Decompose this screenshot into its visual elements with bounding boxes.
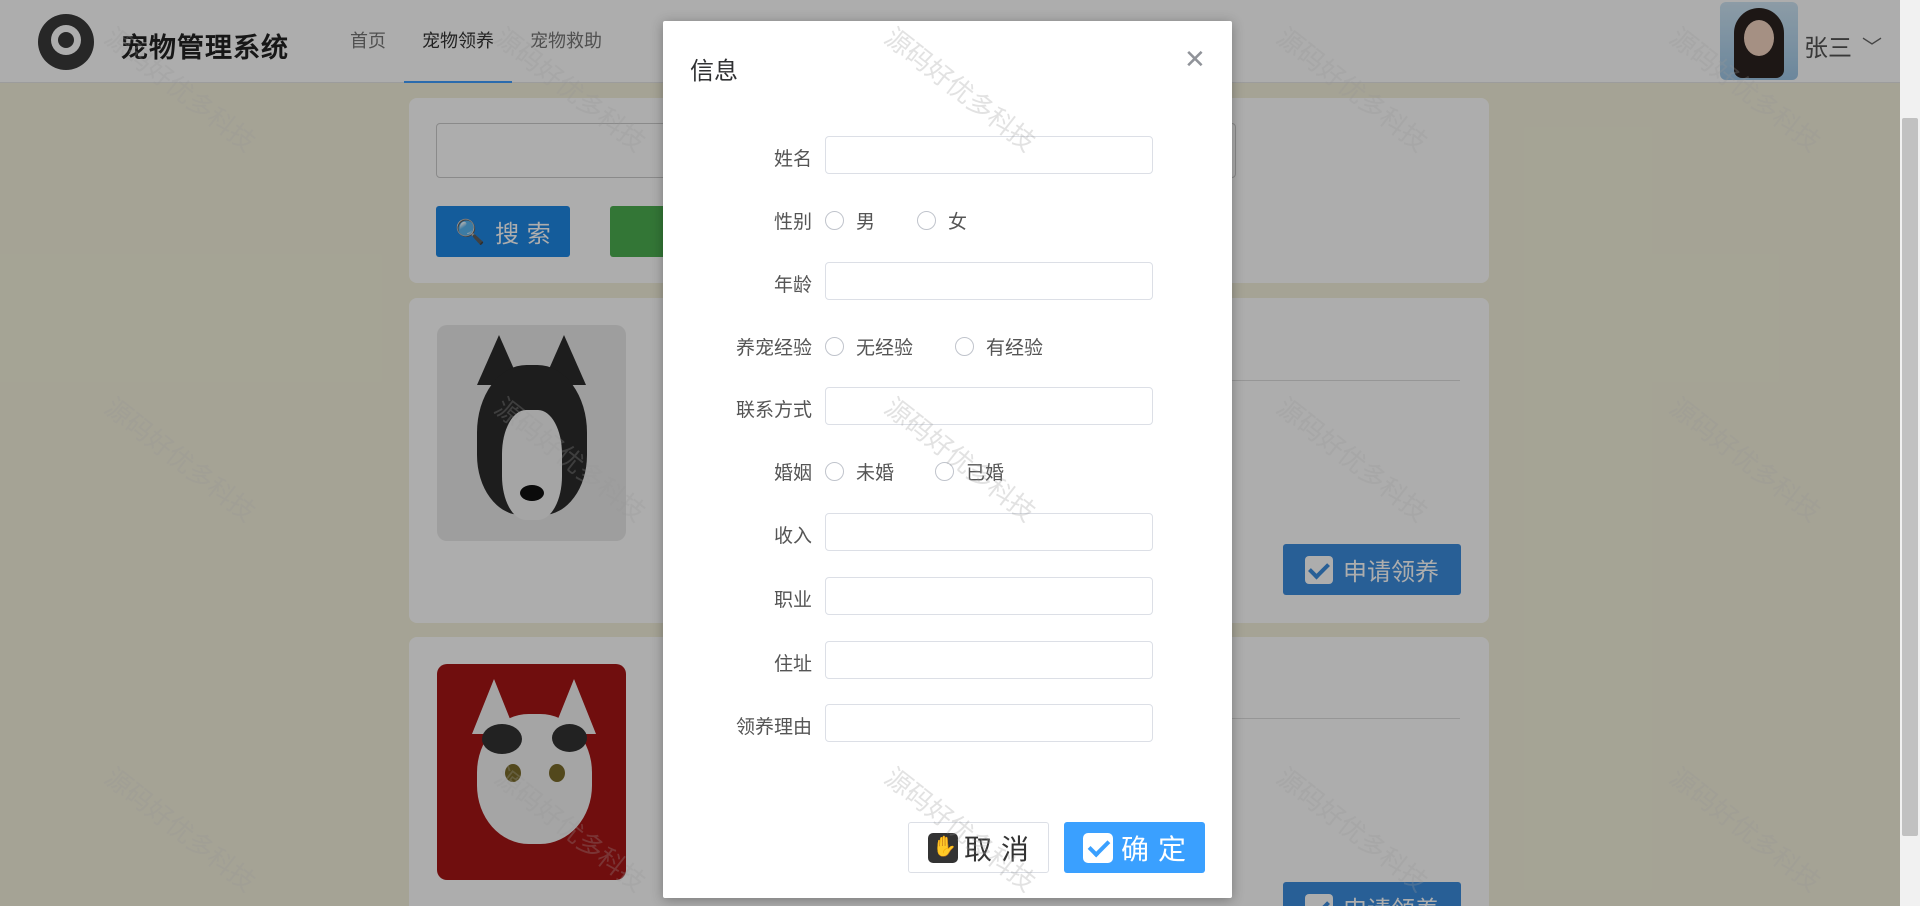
form-row-experience: 养宠经验 无经验 有经验 (663, 325, 1232, 365)
form-row-income: 收入 (663, 513, 1232, 553)
has-experience-label: 有经验 (986, 337, 1044, 359)
cancel-label: 取 消 (964, 832, 1029, 866)
gender-female-label: 女 (948, 211, 968, 233)
confirm-label: 确 定 (1121, 832, 1186, 866)
name-label: 姓名 (773, 148, 812, 170)
has-experience-radio[interactable]: 有经验 (955, 333, 1043, 360)
job-input[interactable] (825, 577, 1153, 615)
gender-male-radio[interactable]: 男 (825, 207, 875, 234)
radio-circle-icon (955, 337, 974, 356)
job-label: 职业 (773, 589, 812, 611)
no-experience-radio[interactable]: 无经验 (825, 333, 913, 360)
contact-input[interactable] (825, 387, 1153, 425)
unmarried-label: 未婚 (856, 462, 895, 484)
radio-circle-icon (825, 462, 844, 481)
gender-label: 性别 (773, 211, 812, 233)
marriage-label: 婚姻 (773, 462, 812, 484)
close-icon[interactable]: ✕ (1184, 47, 1206, 73)
reason-label: 领养理由 (735, 716, 812, 738)
hand-icon (928, 832, 959, 863)
income-input[interactable] (825, 513, 1153, 551)
reason-input[interactable] (825, 704, 1153, 742)
form-row-reason: 领养理由 (663, 704, 1232, 744)
form-row-job: 职业 (663, 577, 1232, 617)
gender-female-radio[interactable]: 女 (917, 207, 967, 234)
name-input[interactable] (825, 136, 1153, 174)
adoption-info-dialog: 信息 ✕ 姓名 性别 男 女 年龄 养宠经验 无经验 有经验 联系方式 婚姻 未… (663, 21, 1232, 898)
confirm-button[interactable]: 确 定 (1064, 822, 1205, 873)
form-row-name: 姓名 (663, 136, 1232, 176)
experience-label: 养宠经验 (735, 337, 812, 359)
contact-label: 联系方式 (735, 399, 812, 421)
radio-circle-icon (935, 462, 954, 481)
form-row-gender: 性别 男 女 (663, 199, 1232, 239)
form-row-age: 年龄 (663, 262, 1232, 302)
form-row-address: 住址 (663, 641, 1232, 681)
age-label: 年龄 (773, 274, 812, 296)
dialog-title: 信息 (690, 57, 738, 85)
page-scrollbar-thumb[interactable] (1902, 118, 1918, 836)
age-input[interactable] (825, 262, 1153, 300)
address-input[interactable] (825, 641, 1153, 679)
address-label: 住址 (773, 653, 812, 675)
income-label: 收入 (773, 525, 812, 547)
married-label: 已婚 (966, 462, 1005, 484)
married-radio[interactable]: 已婚 (935, 458, 1004, 485)
cancel-button[interactable]: 取 消 (908, 822, 1049, 873)
form-row-contact: 联系方式 (663, 387, 1232, 427)
no-experience-label: 无经验 (856, 337, 914, 359)
unmarried-radio[interactable]: 未婚 (825, 458, 894, 485)
radio-circle-icon (825, 337, 844, 356)
check-icon (1083, 832, 1114, 863)
radio-circle-icon (917, 211, 936, 230)
radio-circle-icon (825, 211, 844, 230)
gender-male-label: 男 (856, 211, 876, 233)
form-row-marriage: 婚姻 未婚 已婚 (663, 450, 1232, 490)
